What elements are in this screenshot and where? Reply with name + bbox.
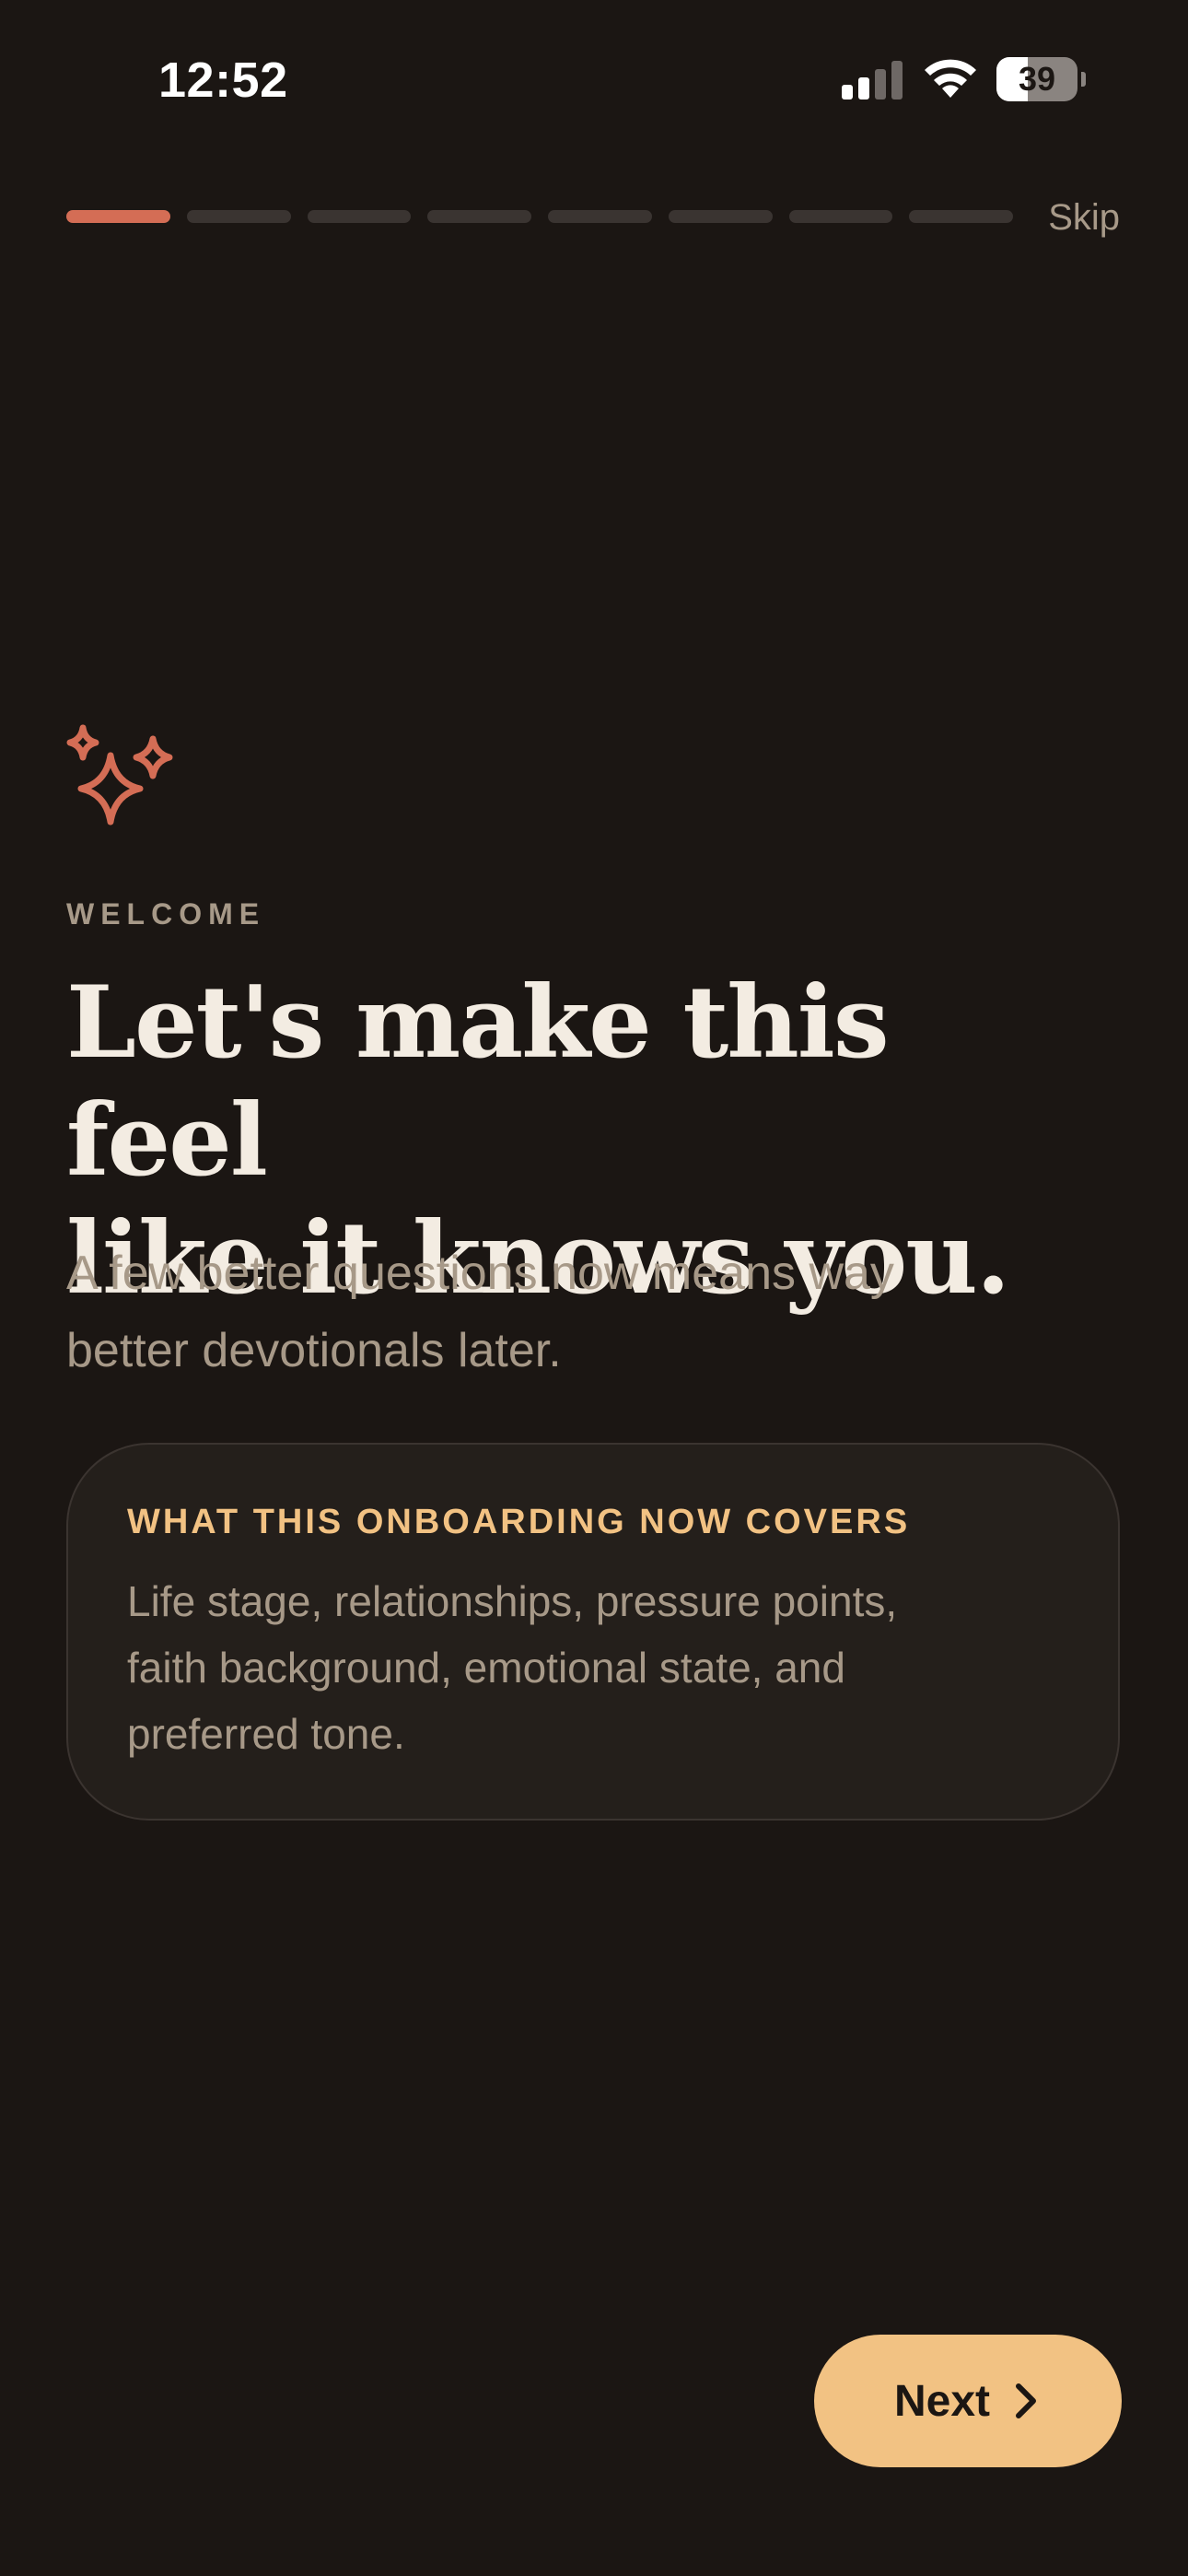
subtitle-line-2: better devotionals later.	[66, 1324, 562, 1377]
headline-line-1: Let's make this feel	[66, 965, 890, 1199]
cellular-signal-icon	[842, 61, 903, 100]
card-title: WHAT THIS ONBOARDING NOW COVERS	[127, 1503, 911, 1541]
progress-step	[186, 210, 291, 223]
card-body-line-3: preferred tone.	[127, 1710, 405, 1758]
battery-icon: 39	[996, 57, 1086, 101]
next-button-label: Next	[893, 2376, 991, 2426]
subtitle-line-1: A few better questions now means way	[66, 1247, 894, 1300]
status-time: 12:52	[158, 53, 288, 108]
progress-step	[307, 210, 412, 223]
eyebrow-label: WELCOME	[66, 897, 266, 931]
progress-step	[909, 210, 1013, 223]
progress-step	[668, 210, 773, 223]
page-subtitle: A few better questions now means way bet…	[66, 1235, 1116, 1389]
progress-step-active	[66, 210, 170, 223]
battery-level: 39	[1018, 60, 1056, 98]
battery-body: 39	[996, 57, 1077, 101]
card-body: Life stage, relationships, pressure poin…	[127, 1568, 1066, 1767]
progress-step	[427, 210, 531, 223]
next-button[interactable]: Next	[814, 2335, 1122, 2467]
onboarding-coverage-card: WHAT THIS ONBOARDING NOW COVERS Life sta…	[66, 1443, 1120, 1821]
progress-step	[548, 210, 652, 223]
skip-button[interactable]: Skip	[1048, 195, 1120, 240]
sparkles-icon	[66, 724, 173, 825]
card-body-line-2: faith background, emotional state, and	[127, 1644, 845, 1692]
battery-cap	[1081, 72, 1086, 87]
progress-step	[788, 210, 893, 223]
onboarding-progress	[66, 210, 1013, 223]
card-body-line-1: Life stage, relationships, pressure poin…	[127, 1577, 898, 1625]
wifi-icon	[925, 59, 976, 98]
chevron-right-icon	[1016, 2383, 1037, 2418]
